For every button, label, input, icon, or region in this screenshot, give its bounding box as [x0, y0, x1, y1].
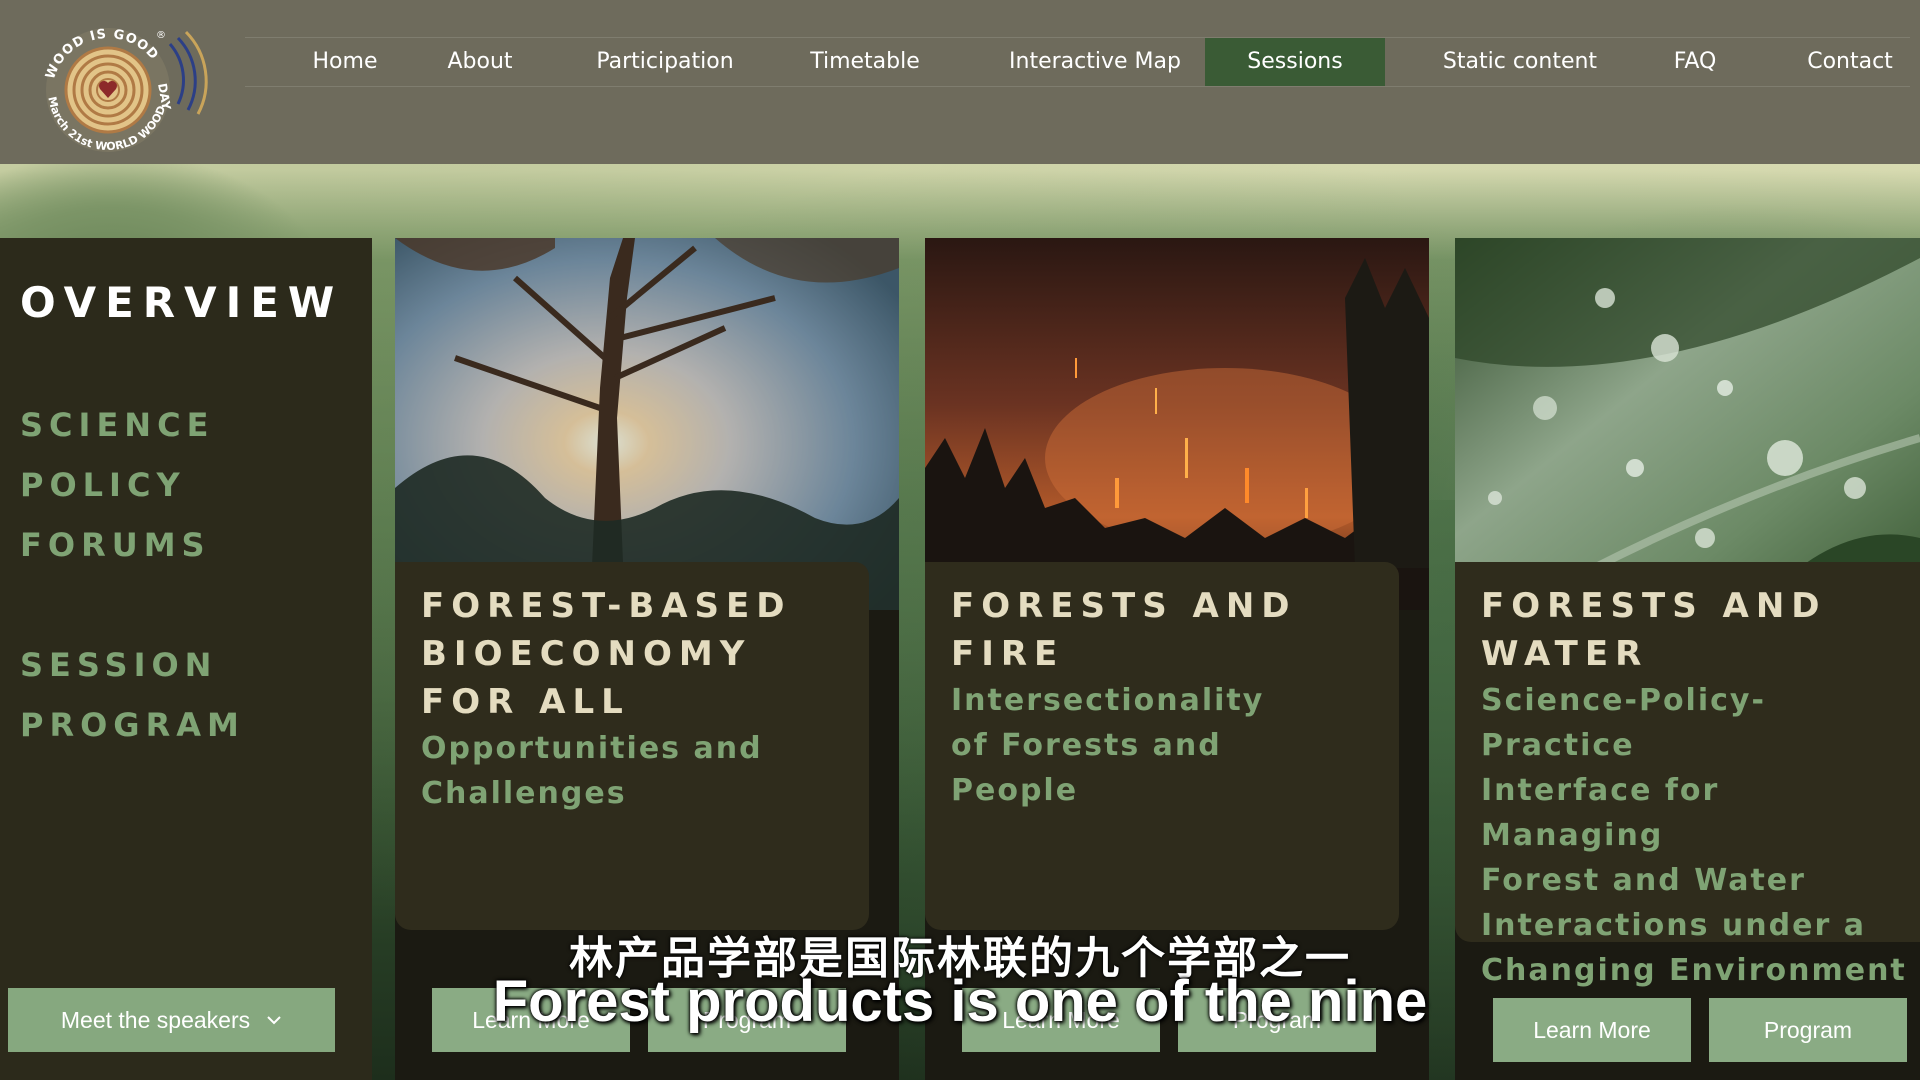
- sidebar-link-session[interactable]: SESSION: [20, 646, 217, 684]
- sidebar-link-program[interactable]: PROGRAM: [20, 706, 245, 744]
- site-header: WOOD IS GOOD DAY March 21st WORLD WOOD ®…: [0, 0, 1920, 164]
- logo[interactable]: WOOD IS GOOD DAY March 21st WORLD WOOD ®: [28, 14, 212, 162]
- card-image-water-leaf: [1455, 238, 1920, 614]
- card-info-panel: FORESTS AND FIRE Intersectionality of Fo…: [925, 562, 1399, 930]
- nav-static-content[interactable]: Static content: [1435, 38, 1605, 86]
- nav-faq[interactable]: FAQ: [1655, 38, 1735, 86]
- nav-about[interactable]: About: [425, 38, 535, 86]
- sidebar-link-forums[interactable]: FORUMS: [20, 526, 211, 564]
- card-info-panel: FOREST-BASED BIOECONOMY FOR ALL Opportun…: [395, 562, 869, 930]
- page: WOOD IS GOOD DAY March 21st WORLD WOOD ®…: [0, 0, 1920, 1080]
- nav-interactive-map[interactable]: Interactive Map: [1005, 38, 1185, 86]
- logo-emblem-icon: WOOD IS GOOD DAY March 21st WORLD WOOD ®: [43, 27, 208, 153]
- sidebar-link-policy[interactable]: POLICY: [20, 466, 186, 504]
- main-nav: Home About Participation Timetable Inter…: [245, 37, 1910, 87]
- nav-contact[interactable]: Contact: [1800, 38, 1900, 86]
- card-title: FORESTS AND FIRE: [951, 586, 1297, 674]
- card-subtitle: Opportunities and Challenges: [421, 731, 763, 811]
- nav-timetable[interactable]: Timetable: [805, 38, 925, 86]
- card-info-panel: FORESTS AND WATER Science-Policy-Practic…: [1455, 562, 1920, 988]
- card-image-sunlight-tree: [395, 238, 899, 610]
- nav-sessions[interactable]: Sessions: [1205, 38, 1385, 86]
- nav-participation[interactable]: Participation: [585, 38, 745, 86]
- card-image-forest-fire: [925, 238, 1429, 610]
- card-title: FORESTS AND WATER: [1481, 586, 1827, 674]
- sidebar-link-science[interactable]: SCIENCE: [20, 406, 214, 444]
- card-subtitle: Intersectionality of Forests and People: [951, 683, 1265, 808]
- subtitle-english: Forest products is one of the nine: [492, 969, 1428, 1034]
- nav-home[interactable]: Home: [290, 38, 400, 86]
- logo-registered-mark: ®: [156, 30, 166, 41]
- card-title: FOREST-BASED BIOECONOMY FOR ALL: [421, 586, 792, 722]
- sidebar-heading[interactable]: OVERVIEW: [20, 278, 343, 327]
